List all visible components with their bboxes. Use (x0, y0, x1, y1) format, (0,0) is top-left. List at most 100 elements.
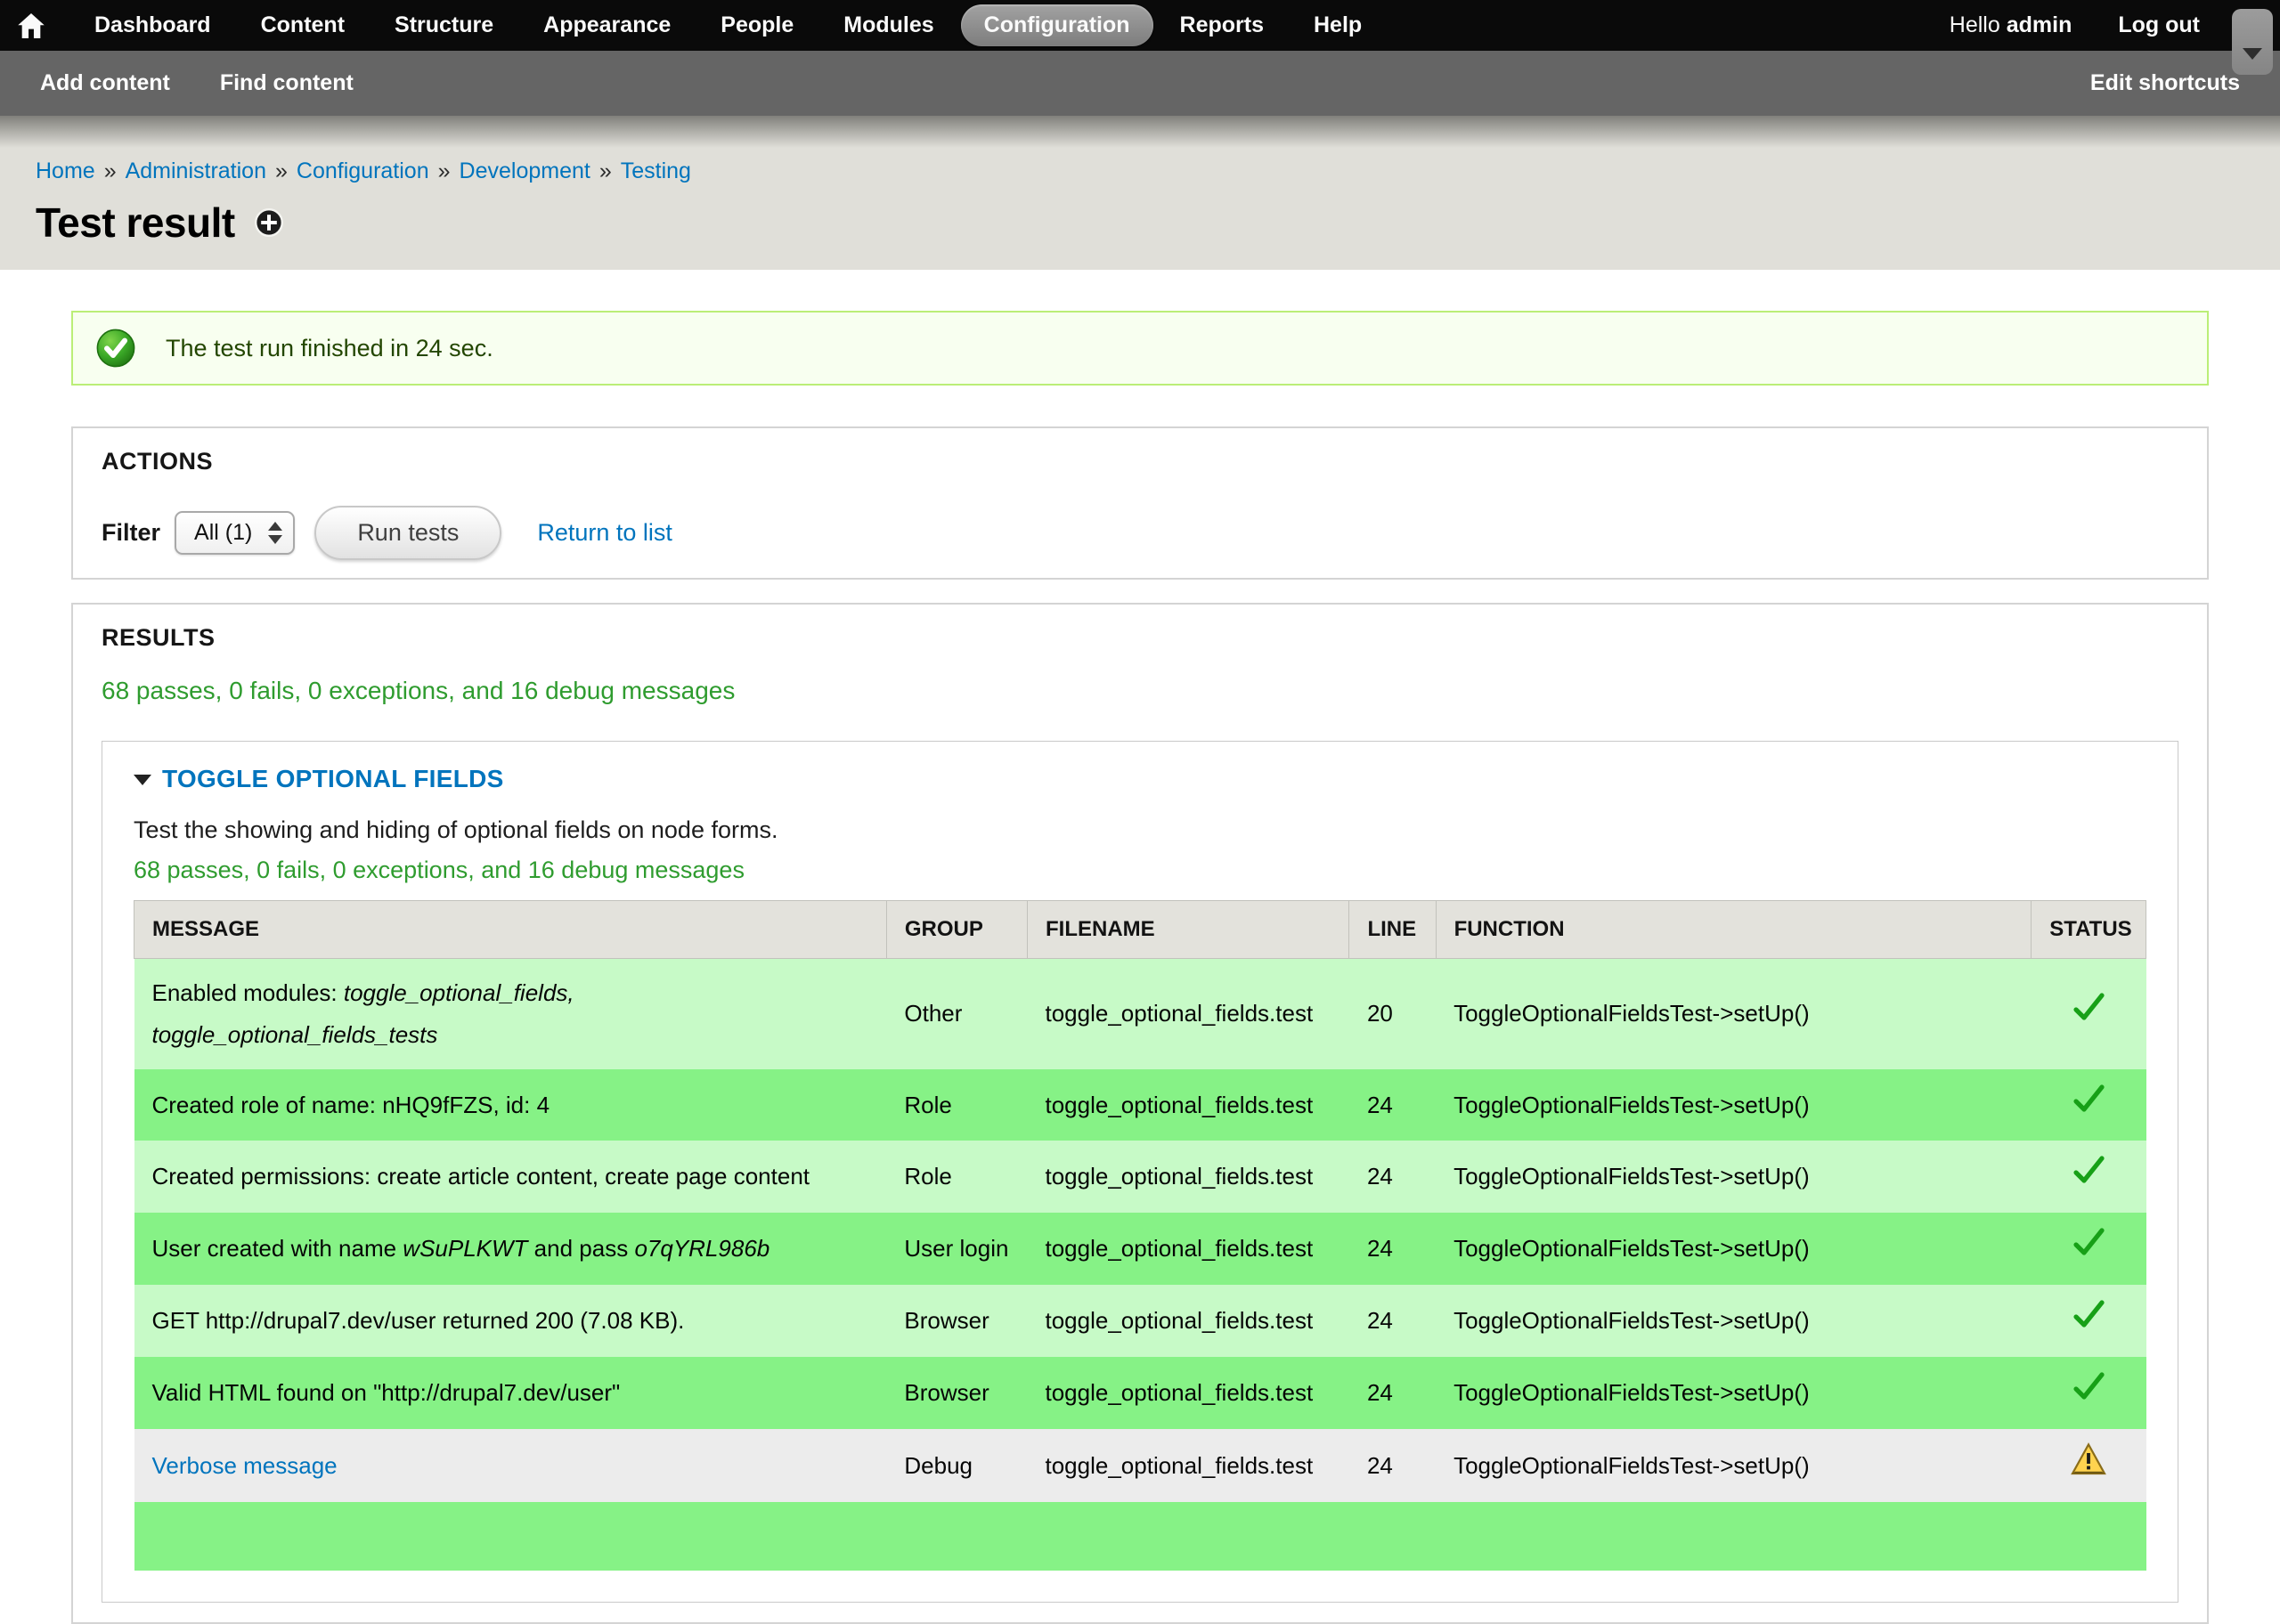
cell-group (886, 1502, 1027, 1571)
shortcut-bar: Add content Find content Edit shortcuts (0, 51, 2280, 116)
breadcrumb-link-administration[interactable]: Administration (126, 158, 266, 183)
toolbar-item-appearance[interactable]: Appearance (520, 4, 694, 46)
user-name: admin (2007, 12, 2072, 37)
toolbar-item-content[interactable]: Content (238, 4, 368, 46)
return-to-list-link[interactable]: Return to list (537, 519, 672, 547)
warning-icon (2071, 1442, 2106, 1476)
column-header-filename: FILENAME (1028, 901, 1349, 959)
edit-shortcuts-link[interactable]: Edit shortcuts (2090, 70, 2240, 96)
message-emphasis: o7qYRL986b (634, 1235, 770, 1262)
toolbar-item-modules[interactable]: Modules (820, 4, 957, 46)
column-header-line: LINE (1349, 901, 1436, 959)
message-text: Valid HTML found on "http://drupal7.dev/… (152, 1379, 621, 1406)
cell-line: 24 (1349, 1141, 1436, 1213)
toolbar-item-dashboard[interactable]: Dashboard (71, 4, 234, 46)
column-header-status: STATUS (2032, 901, 2146, 959)
cell-status (2032, 1285, 2146, 1357)
page-title: Test result (36, 199, 235, 247)
verbose-message-link[interactable]: Verbose message (152, 1452, 338, 1479)
shortcut-item-find-content[interactable]: Find content (220, 70, 354, 96)
test-group-title: TOGGLE OPTIONAL FIELDS (162, 765, 504, 793)
breadcrumb-separator: » (104, 158, 117, 183)
filter-select-value: All (1) (194, 520, 252, 546)
message-text: Created permissions: create article cont… (152, 1163, 810, 1190)
add-shortcut-icon[interactable] (255, 208, 283, 237)
table-row: Created role of name: nHQ9fFZS, id: 4 Rol… (134, 1069, 2146, 1141)
logout-link[interactable]: Log out (2118, 12, 2200, 38)
cell-message: Created permissions: create article cont… (134, 1141, 887, 1213)
message-emphasis: toggle_optional_fields, (344, 979, 574, 1006)
column-header-message: MESSAGE (134, 901, 887, 959)
cell-message: Created role of name: nHQ9fFZS, id: 4 (134, 1069, 887, 1141)
cell-filename: toggle_optional_fields.test (1028, 1357, 1349, 1429)
breadcrumb-link-testing[interactable]: Testing (621, 158, 691, 183)
cell-status (2032, 959, 2146, 1069)
breadcrumb-link-home[interactable]: Home (36, 158, 95, 183)
cell-status (2032, 1502, 2146, 1571)
toolbar-user-area: Hello admin Log out (1950, 12, 2200, 38)
toolbar-item-people[interactable]: People (697, 4, 817, 46)
test-group-description: Test the showing and hiding of optional … (134, 816, 2146, 844)
breadcrumb-separator: » (275, 158, 288, 183)
admin-toolbar: DashboardContentStructureAppearancePeopl… (0, 0, 2280, 51)
cell-line: 24 (1349, 1357, 1436, 1429)
cell-filename: toggle_optional_fields.test (1028, 1069, 1349, 1141)
select-arrows-icon (268, 522, 282, 544)
column-header-function: FUNCTION (1436, 901, 2032, 959)
cell-line: 24 (1349, 1429, 1436, 1503)
cell-group: Browser (886, 1285, 1027, 1357)
table-row: Enabled modules: toggle_optional_fields,… (134, 959, 2146, 1069)
cell-status (2032, 1357, 2146, 1429)
cell-function: ToggleOptionalFieldsTest->setUp() (1436, 1069, 2032, 1141)
cell-line (1349, 1502, 1436, 1571)
breadcrumb-link-configuration[interactable]: Configuration (297, 158, 429, 183)
run-tests-button[interactable]: Run tests (314, 506, 501, 560)
results-summary: 68 passes, 0 fails, 0 exceptions, and 16… (102, 677, 2178, 705)
user-greeting: Hello admin (1950, 12, 2072, 38)
cell-status (2032, 1141, 2146, 1213)
toolbar-item-reports[interactable]: Reports (1157, 4, 1287, 46)
message-text: Enabled modules: (152, 979, 344, 1006)
cell-message: GET http://drupal7.dev/user returned 200… (134, 1285, 887, 1357)
filter-label: Filter (102, 519, 160, 547)
toolbar-toggle-tab[interactable] (2232, 9, 2273, 75)
test-group-legend[interactable]: TOGGLE OPTIONAL FIELDS (134, 765, 2146, 793)
pass-icon (2071, 1154, 2106, 1186)
results-fieldset: RESULTS 68 passes, 0 fails, 0 exceptions… (71, 603, 2209, 1624)
pass-icon (2071, 991, 2106, 1023)
toolbar-item-structure[interactable]: Structure (371, 4, 517, 46)
filter-select[interactable]: All (1) (175, 511, 295, 555)
cell-group: Role (886, 1069, 1027, 1141)
pass-icon (2071, 1298, 2106, 1330)
breadcrumb: Home » Administration » Configuration » Develo… (36, 116, 2244, 184)
toolbar-item-help[interactable]: Help (1291, 4, 1385, 46)
cell-status (2032, 1213, 2146, 1285)
cell-group: Other (886, 959, 1027, 1069)
results-table-body: Enabled modules: toggle_optional_fields,… (134, 959, 2146, 1571)
toolbar-item-configuration[interactable]: Configuration (961, 4, 1153, 46)
message-text: Created role of name: nHQ9fFZS, id: 4 (152, 1092, 550, 1118)
home-icon[interactable] (18, 13, 45, 38)
actions-legend: ACTIONS (102, 448, 2178, 475)
status-ok-icon (96, 329, 135, 368)
breadcrumb-separator: » (599, 158, 612, 183)
shortcut-item-add-content[interactable]: Add content (40, 70, 170, 96)
results-table-header-row: MESSAGEGROUPFILENAMELINEFUNCTIONSTATUS (134, 901, 2146, 959)
cell-status (2032, 1429, 2146, 1503)
cell-filename: toggle_optional_fields.test (1028, 1285, 1349, 1357)
cell-group: User login (886, 1213, 1027, 1285)
cell-group: Browser (886, 1357, 1027, 1429)
message-text: and pass (527, 1235, 634, 1262)
pass-icon (2071, 1083, 2106, 1115)
cell-line: 24 (1349, 1285, 1436, 1357)
cell-function: ToggleOptionalFieldsTest->setUp() (1436, 959, 2032, 1069)
status-message-text: The test run finished in 24 sec. (166, 335, 493, 362)
pass-icon (2071, 1226, 2106, 1258)
breadcrumb-link-development[interactable]: Development (460, 158, 590, 183)
status-message: The test run finished in 24 sec. (71, 311, 2209, 386)
cell-message (134, 1502, 887, 1571)
table-row: Valid HTML found on "http://drupal7.dev/… (134, 1357, 2146, 1429)
pass-icon (2071, 1370, 2106, 1402)
column-header-group: GROUP (886, 901, 1027, 959)
breadcrumb-separator: » (438, 158, 451, 183)
